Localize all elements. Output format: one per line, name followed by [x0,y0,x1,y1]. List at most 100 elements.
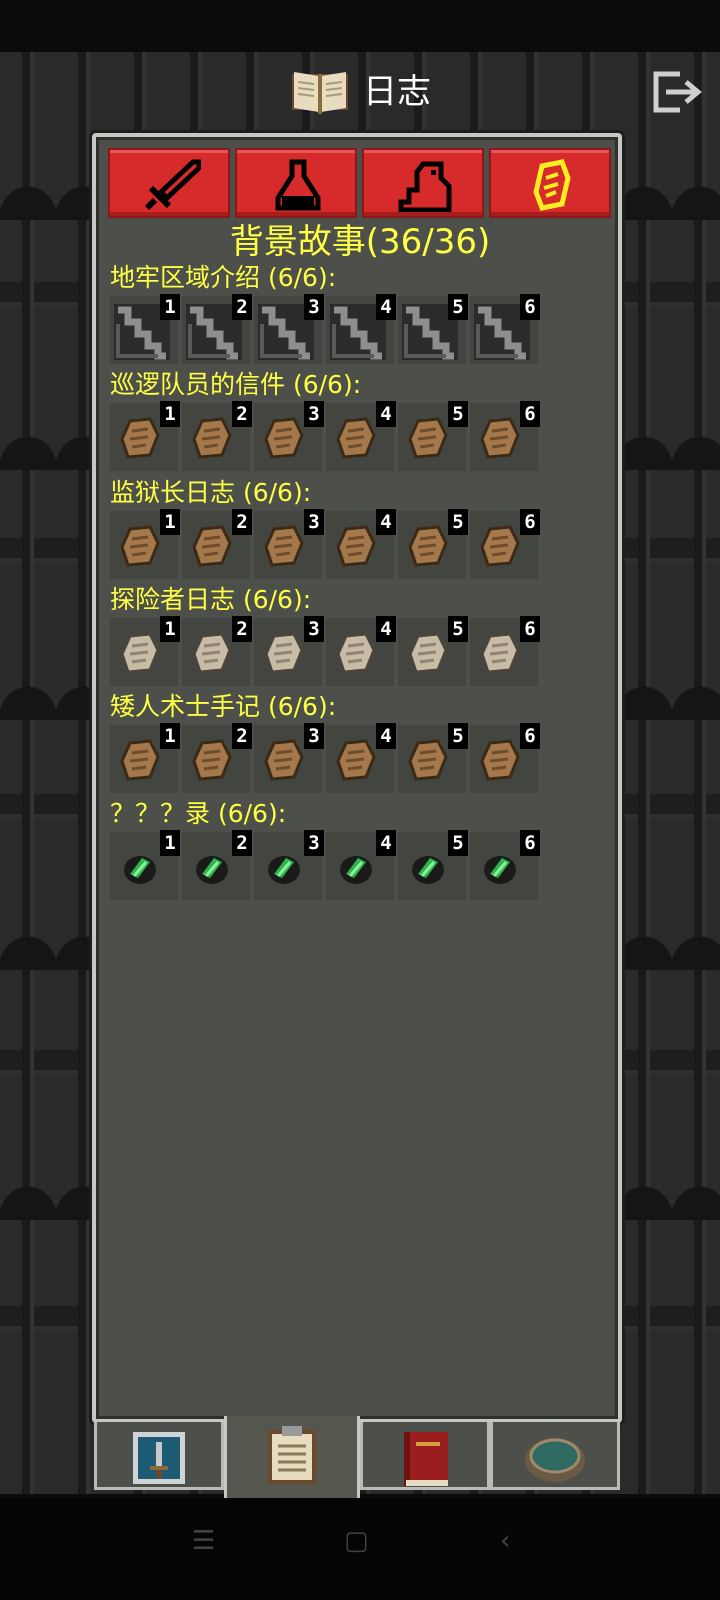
group-name: 地牢区域介绍 [110,263,261,292]
lore-item-slot[interactable]: 1 [110,830,180,900]
item-number-badge: 6 [520,723,540,749]
lore-item-slot[interactable]: 5 [398,830,468,900]
paper-icon [264,632,304,674]
item-number-badge: 5 [448,509,468,535]
letter-icon [336,417,376,459]
lore-item-slot[interactable]: 2 [182,616,252,686]
lore-item-slot[interactable]: 5 [398,294,468,364]
letter-icon [336,525,376,567]
potion-icon [275,159,321,211]
lore-item-slot[interactable]: 3 [254,830,324,900]
lore-item-slot[interactable]: 1 [110,294,180,364]
tab-hero[interactable] [94,1422,224,1490]
lore-item-slot[interactable]: 2 [182,723,252,793]
red-book-icon [404,1432,448,1486]
item-number-badge: 3 [304,294,324,320]
tab-creatures[interactable] [362,148,484,218]
item-number-badge: 2 [232,616,252,642]
item-number-badge: 6 [520,509,540,535]
lore-item-slot[interactable]: 1 [110,401,180,471]
exit-button[interactable] [650,70,706,114]
tab-lore[interactable] [489,148,611,218]
lore-item-slot[interactable]: 4 [326,830,396,900]
item-number-badge: 1 [160,294,180,320]
letter-icon [192,525,232,567]
lore-item-slot[interactable]: 6 [470,509,540,579]
item-number-badge: 2 [232,830,252,856]
item-number-badge: 4 [376,616,396,642]
lore-item-slot[interactable]: 4 [326,294,396,364]
back-nav-icon[interactable]: ‹ [500,1526,510,1556]
letter-icon [264,417,304,459]
hero-portrait-icon [133,1432,185,1484]
item-number-badge: 4 [376,401,396,427]
item-number-badge: 3 [304,830,324,856]
lore-item-slot[interactable]: 4 [326,401,396,471]
lore-item-slot[interactable]: 1 [110,616,180,686]
lore-item-slot[interactable]: 5 [398,616,468,686]
letter-icon [120,417,160,459]
group-progress: (6/6): [267,263,337,292]
lore-item-slot[interactable]: 4 [326,723,396,793]
lore-item-slot[interactable]: 6 [470,616,540,686]
tab-catalog[interactable] [360,1422,490,1490]
lore-item-slot[interactable]: 2 [182,401,252,471]
group-label: 监狱长日志 (6/6): [110,477,311,509]
green-crystal-icon [196,856,228,884]
item-number-badge: 5 [448,830,468,856]
item-number-badge: 5 [448,401,468,427]
clipboard-icon [268,1426,316,1484]
lore-item-slot[interactable]: 5 [398,401,468,471]
green-crystal-icon [484,856,516,884]
lore-item-slot[interactable]: 2 [182,509,252,579]
open-book-icon [292,72,348,114]
letter-icon [192,417,232,459]
letter-icon [408,525,448,567]
home-nav-icon[interactable]: ▢ [344,1526,369,1556]
item-number-badge: 6 [520,616,540,642]
lore-item-slot[interactable]: 5 [398,723,468,793]
item-number-badge: 3 [304,723,324,749]
item-number-badge: 3 [304,401,324,427]
lore-item-slot[interactable]: 6 [470,294,540,364]
section-title: 背景故事(36/36) [0,220,720,264]
menu-nav-icon[interactable]: ☰ [192,1526,215,1556]
item-number-badge: 6 [520,294,540,320]
item-number-badge: 1 [160,830,180,856]
item-number-badge: 2 [232,401,252,427]
green-crystal-icon [340,856,372,884]
letter-icon [120,525,160,567]
lore-item-slot[interactable]: 5 [398,509,468,579]
lore-item-slot[interactable]: 3 [254,294,324,364]
letter-icon [192,739,232,781]
lore-item-slot[interactable]: 2 [182,830,252,900]
tab-weapons[interactable] [108,148,230,218]
group-progress: (6/6): [292,370,362,399]
lore-item-slot[interactable]: 3 [254,401,324,471]
lore-item-slot[interactable]: 3 [254,616,324,686]
lore-item-slot[interactable]: 1 [110,509,180,579]
letter-icon [264,525,304,567]
lore-item-slot[interactable]: 6 [470,723,540,793]
item-number-badge: 5 [448,723,468,749]
paper-icon [192,632,232,674]
section-count: (36/36) [365,222,491,262]
page-title: 日志 [363,72,431,112]
lore-item-slot[interactable]: 1 [110,723,180,793]
tab-potions[interactable] [235,148,357,218]
group-progress: (6/6): [242,585,312,614]
tab-journal[interactable] [224,1416,360,1508]
item-number-badge: 4 [376,830,396,856]
lore-item-slot[interactable]: 4 [326,509,396,579]
lore-item-slot[interactable]: 3 [254,723,324,793]
lore-item-slot[interactable]: 2 [182,294,252,364]
tab-well[interactable] [490,1422,620,1490]
group-progress: (6/6): [217,799,287,828]
lore-item-slot[interactable]: 3 [254,509,324,579]
lore-item-slot[interactable]: 6 [470,401,540,471]
lore-item-slot[interactable]: 4 [326,616,396,686]
lore-item-slot[interactable]: 6 [470,830,540,900]
paper-icon [336,632,376,674]
letter-icon [264,739,304,781]
header: 日志 [0,58,720,128]
